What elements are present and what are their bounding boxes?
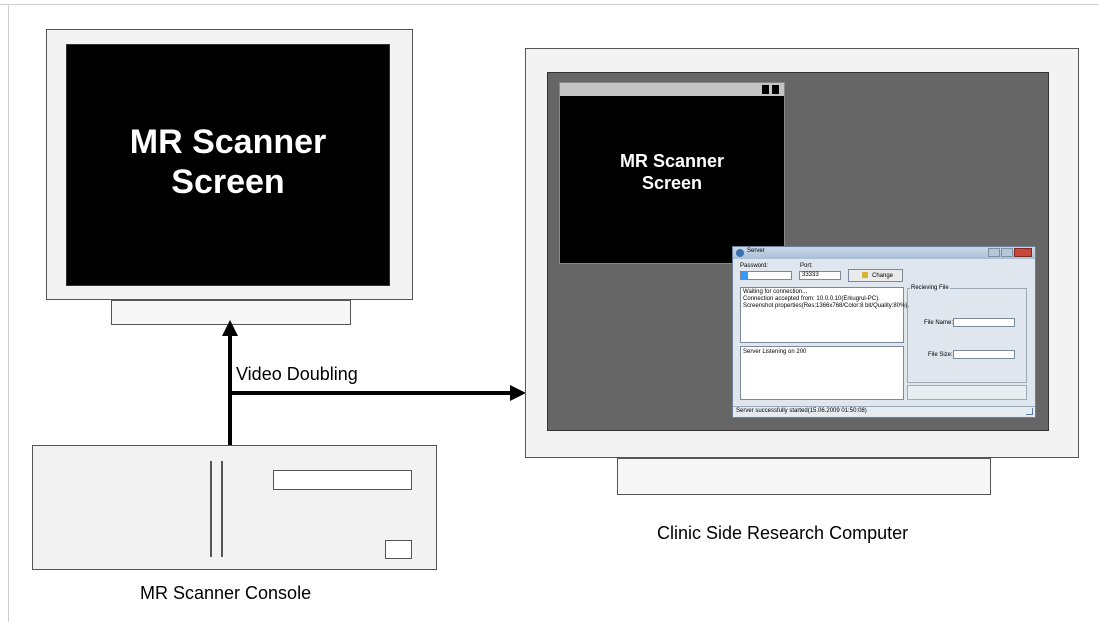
listen-text: Server Listening on 200 [743, 349, 807, 355]
resize-grip-icon[interactable] [1026, 408, 1033, 415]
close-icon[interactable] [1014, 248, 1032, 257]
lock-icon [862, 272, 868, 278]
console-drive-bay [273, 470, 412, 490]
console-slot-line [221, 461, 223, 557]
receive-progress-bar [907, 385, 1027, 400]
up-arrow-head [222, 320, 238, 336]
research-computer-label: Clinic Side Research Computer [657, 523, 909, 543]
receiving-file-group-label: Recieving File [910, 285, 950, 292]
scanner-screen-label: MR Scanner Screen [66, 122, 390, 202]
video-doubling-label: Video Doubling [236, 364, 358, 384]
change-button-label: Change [872, 273, 894, 279]
right-arrow-head [510, 385, 526, 401]
frame-border-top [0, 4, 1099, 5]
log-line: Screenshot properties(Res:1366x768/Color… [743, 303, 910, 309]
mr-screen-window-label-line2: Screen [641, 173, 703, 193]
status-text: Server successfully started(15.06.2009 0… [736, 408, 867, 414]
file-name-label: File Name: [924, 320, 954, 326]
log-line: Waiting for connection... [743, 289, 808, 295]
mr-screen-window-label: MR Scanner Screen [560, 150, 784, 194]
scanner-console [32, 445, 437, 570]
password-label: Password: [740, 263, 769, 269]
mr-screen-window-titlebar [560, 83, 784, 96]
horizontal-arrow-line [230, 391, 512, 395]
port-label: Port: [800, 263, 813, 269]
mr-screen-window-label-line1: MR Scanner [619, 151, 725, 171]
file-size-field[interactable] [953, 350, 1015, 359]
server-app-icon [736, 249, 744, 257]
console-power-box [385, 540, 412, 559]
port-value: 33333 [802, 272, 819, 278]
scanner-screen-label-line1: MR Scanner [129, 123, 327, 161]
receiving-file-group [907, 288, 1027, 383]
frame-border-left [8, 4, 9, 622]
log-line: Connection accepted from: 10.0.0.10(Erku… [743, 296, 880, 302]
server-title: Server [747, 248, 765, 254]
console-label: MR Scanner Console [140, 583, 312, 603]
window-button-icon [762, 85, 769, 94]
file-name-field[interactable] [953, 318, 1015, 327]
console-slot-line [210, 461, 212, 557]
file-size-label: File Size: [928, 352, 953, 358]
scanner-screen-label-line2: Screen [171, 163, 285, 201]
password-field-selection [741, 272, 748, 279]
maximize-icon[interactable] [1001, 248, 1013, 257]
research-monitor-stand [617, 458, 991, 495]
minimize-icon[interactable] [988, 248, 1000, 257]
window-button-icon [772, 85, 779, 94]
